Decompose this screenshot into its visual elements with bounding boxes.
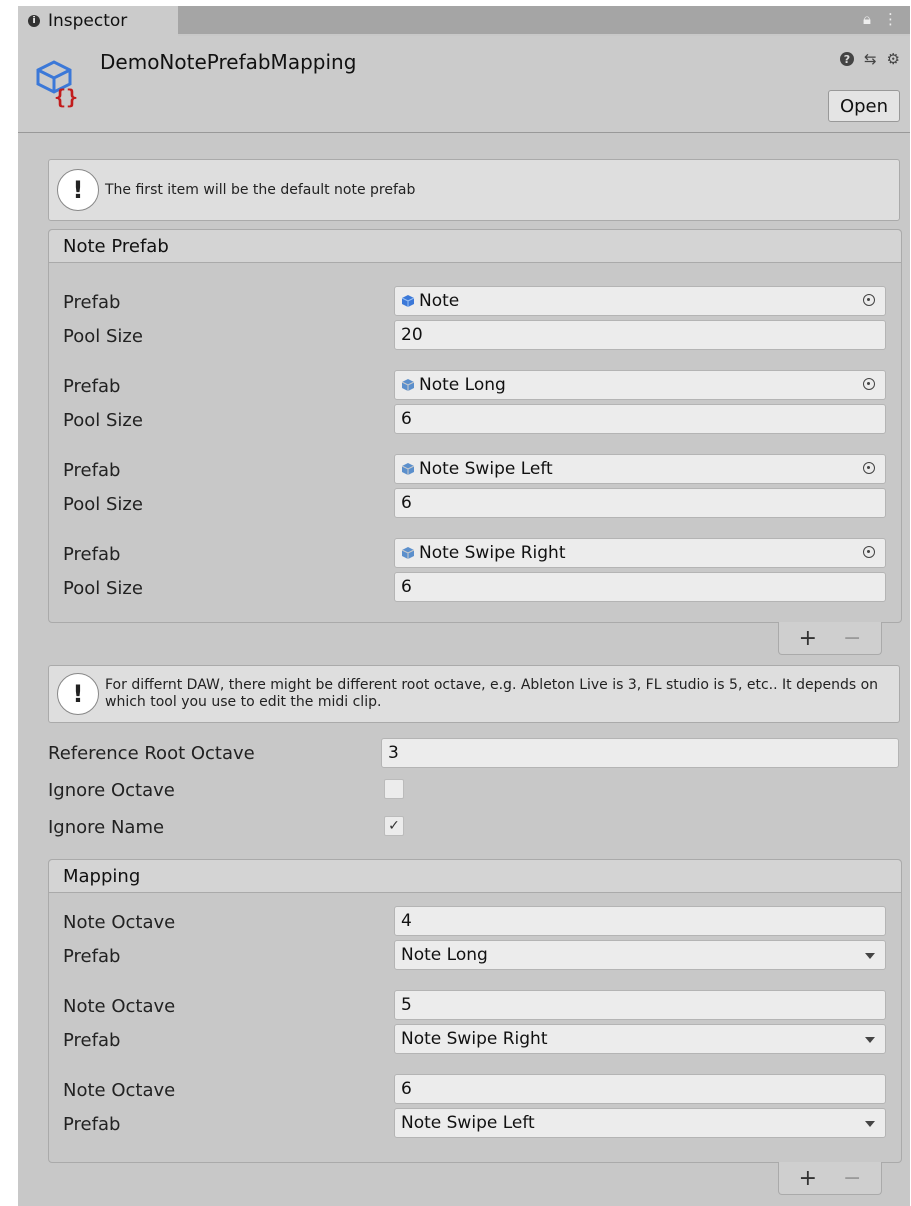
prefab-dropdown[interactable]: Note Long — [394, 940, 886, 970]
ignore-name-label: Ignore Name — [48, 817, 165, 838]
reference-root-octave-input[interactable]: 3 — [381, 738, 899, 768]
pool-size-label: Pool Size — [63, 494, 143, 515]
prefab-label: Prefab — [63, 1030, 121, 1051]
prefab-value: Note Long — [419, 375, 506, 395]
help-icon[interactable]: ? — [839, 52, 854, 66]
kebab-menu-icon[interactable]: ⋮ — [883, 10, 898, 28]
prefab-object-field[interactable]: Note Long — [394, 370, 886, 400]
ignore-octave-checkbox[interactable] — [384, 779, 404, 799]
add-element-button[interactable]: + — [799, 626, 817, 651]
header-icons: ? ⇆ ⚙ — [839, 50, 900, 68]
prefab-variant-cube-icon — [401, 379, 415, 391]
open-button[interactable]: Open — [828, 90, 900, 122]
prefab-value: Note Swipe Right — [419, 543, 566, 563]
tab-label: Inspector — [48, 11, 128, 31]
warning-icon: ! — [57, 169, 99, 211]
reference-root-octave-label: Reference Root Octave — [48, 743, 255, 764]
ignore-name-checkbox[interactable]: ✓ — [384, 816, 404, 836]
dropdown-value: Note Swipe Right — [401, 1029, 548, 1049]
mapping-list-footer: + − — [778, 1162, 882, 1195]
help-text: For differnt DAW, there might be differe… — [105, 677, 879, 710]
prefab-object-field[interactable]: Note Swipe Left — [394, 454, 886, 484]
help-box-default-prefab: ! The first item will be the default not… — [48, 159, 900, 221]
note-octave-label: Note Octave — [63, 1080, 176, 1101]
note-octave-input[interactable]: 6 — [394, 1074, 886, 1104]
prefab-variant-cube-icon — [401, 547, 415, 559]
gear-icon[interactable]: ⚙ — [887, 50, 900, 68]
object-picker-icon[interactable] — [863, 378, 875, 390]
pool-size-label: Pool Size — [63, 326, 143, 347]
asset-title: DemoNotePrefabMapping — [100, 50, 357, 74]
dropdown-arrow-icon — [865, 953, 875, 959]
help-text: The first item will be the default note … — [105, 181, 416, 198]
info-icon: i — [28, 15, 40, 27]
prefab-object-field[interactable]: Note — [394, 286, 886, 316]
list-header[interactable]: Note Prefab — [49, 230, 901, 263]
lock-icon[interactable]: 🔒︎ — [863, 10, 871, 28]
prefab-object-field[interactable]: Note Swipe Right — [394, 538, 886, 568]
object-picker-icon[interactable] — [863, 294, 875, 306]
add-element-button[interactable]: + — [799, 1166, 817, 1191]
note-octave-input[interactable]: 4 — [394, 906, 886, 936]
prefab-dropdown[interactable]: Note Swipe Left — [394, 1108, 886, 1138]
check-icon: ✓ — [388, 818, 400, 834]
prefab-value: Note — [419, 291, 460, 311]
note-prefab-list-footer: + − — [778, 622, 882, 655]
warning-icon: ! — [57, 673, 99, 715]
prefab-label: Prefab — [63, 1114, 121, 1135]
help-box-root-octave: ! For differnt DAW, there might be diffe… — [48, 665, 900, 723]
dropdown-arrow-icon — [865, 1121, 875, 1127]
prefab-value: Note Swipe Left — [419, 459, 553, 479]
prefab-label: Prefab — [63, 292, 121, 313]
remove-element-button[interactable]: − — [843, 626, 861, 651]
pool-size-label: Pool Size — [63, 578, 143, 599]
pool-size-label: Pool Size — [63, 410, 143, 431]
remove-element-button[interactable]: − — [843, 1166, 861, 1191]
prefab-label: Prefab — [63, 460, 121, 481]
dropdown-value: Note Long — [401, 945, 488, 965]
prefab-cube-icon — [401, 295, 415, 307]
prefab-label: Prefab — [63, 544, 121, 565]
object-picker-icon[interactable] — [863, 546, 875, 558]
note-octave-label: Note Octave — [63, 912, 176, 933]
tab-controls: 🔒︎ ⋮ — [863, 10, 898, 28]
scriptable-object-icon: {} — [36, 60, 78, 109]
dropdown-arrow-icon — [865, 1037, 875, 1043]
tab-inspector[interactable]: i Inspector — [18, 6, 178, 36]
inspector-header: {} DemoNotePrefabMapping ? ⇆ ⚙ Open — [18, 36, 910, 133]
prefab-label: Prefab — [63, 376, 121, 397]
inspector-body: ! The first item will be the default not… — [18, 133, 910, 1206]
note-octave-input[interactable]: 5 — [394, 990, 886, 1020]
prefab-dropdown[interactable]: Note Swipe Right — [394, 1024, 886, 1054]
list-header[interactable]: Mapping — [49, 860, 901, 893]
pool-size-input[interactable]: 6 — [394, 572, 886, 602]
mapping-list: Mapping Note Octave 4 Prefab Note Long N… — [48, 859, 902, 1163]
dropdown-value: Note Swipe Left — [401, 1113, 535, 1133]
note-octave-label: Note Octave — [63, 996, 176, 1017]
prefab-variant-cube-icon — [401, 463, 415, 475]
inspector-window: i Inspector 🔒︎ ⋮ {} DemoNotePrefabMappin… — [18, 6, 910, 1206]
prefab-label: Prefab — [63, 946, 121, 967]
svg-text:{}: {} — [54, 85, 78, 109]
pool-size-input[interactable]: 20 — [394, 320, 886, 350]
pool-size-input[interactable]: 6 — [394, 404, 886, 434]
ignore-octave-label: Ignore Octave — [48, 780, 175, 801]
tab-bar: i Inspector 🔒︎ ⋮ — [18, 6, 910, 36]
presets-icon[interactable]: ⇆ — [864, 50, 877, 68]
pool-size-input[interactable]: 6 — [394, 488, 886, 518]
note-prefab-list: Note Prefab Prefab Note Pool Size 20 Pre… — [48, 229, 902, 623]
object-picker-icon[interactable] — [863, 462, 875, 474]
